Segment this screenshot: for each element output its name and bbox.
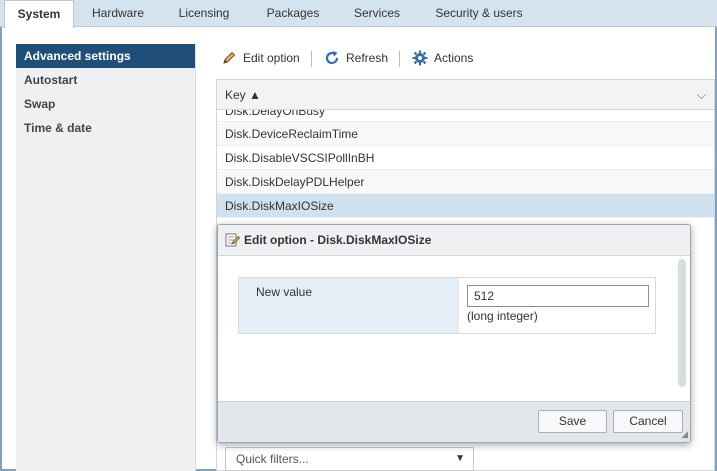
tab-security-users[interactable]: Security & users (428, 0, 530, 27)
sidebar-item-time-date[interactable]: Time & date (16, 116, 195, 140)
quick-filters-select[interactable]: Quick filters... ▼ (225, 447, 474, 471)
quick-filters-label: Quick filters... (236, 452, 309, 466)
dialog-title: Edit option - Disk.DiskMaxIOSize (244, 233, 432, 247)
edit-option-button[interactable]: Edit option (221, 45, 307, 71)
dialog-scrollbar[interactable] (678, 259, 686, 387)
edit-document-icon (225, 233, 240, 247)
sidebar-item-autostart[interactable]: Autostart (16, 68, 195, 92)
gear-icon (412, 50, 428, 66)
dialog-footer: Save Cancel ◢ (218, 401, 690, 442)
actions-label: Actions (434, 51, 474, 65)
refresh-button[interactable]: Refresh (324, 45, 394, 71)
sidebar: Advanced settings Autostart Swap Time & … (16, 44, 196, 471)
pencil-icon (223, 51, 236, 64)
edit-option-label: Edit option (243, 51, 300, 65)
tab-hardware[interactable]: Hardware (80, 0, 156, 27)
table-row[interactable]: Disk.DisableVSCSIPollInBH (217, 146, 714, 170)
sidebar-item-advanced-settings[interactable]: Advanced settings (16, 44, 195, 68)
table-row[interactable]: Disk.DeviceReclaimTime (217, 122, 714, 146)
dialog-title-bar[interactable]: Edit option - Disk.DiskMaxIOSize (218, 225, 690, 256)
top-tab-bar: System Hardware Licensing Packages Servi… (0, 0, 717, 28)
new-value-input[interactable] (467, 285, 649, 307)
actions-button[interactable]: Actions (412, 45, 482, 71)
table-row-selected[interactable]: Disk.DiskMaxIOSize (217, 194, 714, 218)
resize-grip-icon[interactable]: ◢ (681, 429, 688, 440)
sidebar-item-swap[interactable]: Swap (16, 92, 195, 116)
table-row[interactable]: Disk.DelayOnBusy (217, 110, 714, 122)
table-row[interactable]: Disk.DiskDelayPDLHelper (217, 170, 714, 194)
new-value-field-row: New value (long integer) (238, 277, 656, 334)
chevron-down-icon[interactable]: ⌵ (697, 80, 706, 110)
save-button[interactable]: Save (538, 410, 607, 433)
refresh-icon (325, 51, 339, 65)
refresh-label: Refresh (346, 51, 389, 65)
tab-licensing[interactable]: Licensing (168, 0, 240, 27)
grid-rows: Disk.DelayOnBusy Disk.DeviceReclaimTime … (217, 110, 714, 218)
toolbar-divider (311, 51, 312, 67)
toolbar-divider (399, 51, 400, 67)
edit-option-dialog: Edit option - Disk.DiskMaxIOSize New val… (217, 224, 691, 443)
tab-system[interactable]: System (4, 0, 74, 28)
tab-packages[interactable]: Packages (256, 0, 330, 27)
cancel-button[interactable]: Cancel (613, 410, 683, 433)
column-header-key[interactable]: Key ▲ ⌵ (217, 80, 714, 110)
new-value-hint: (long integer) (467, 309, 538, 323)
caret-down-icon: ▼ (455, 453, 465, 464)
new-value-label: New value (239, 278, 459, 333)
tab-services[interactable]: Services (346, 0, 408, 27)
column-header-key-label: Key ▲ (225, 88, 261, 102)
